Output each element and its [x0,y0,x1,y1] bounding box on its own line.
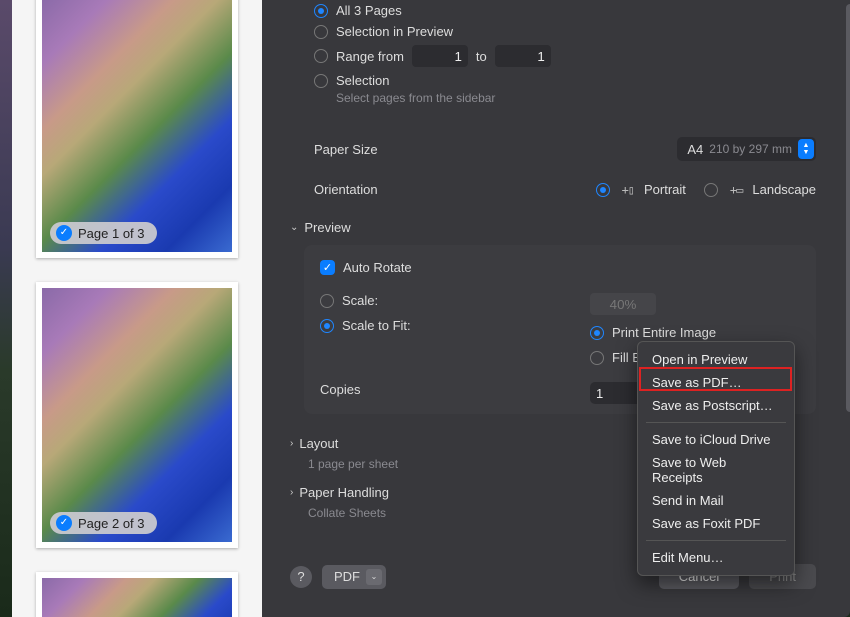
thumbnail-badge: ✓ Page 2 of 3 [50,512,157,534]
menu-separator [646,422,786,423]
thumbnail-page-2[interactable]: ✓ Page 2 of 3 [36,282,238,548]
thumbnail-page-3[interactable] [36,572,238,617]
menu-save-to-icloud[interactable]: Save to iCloud Drive [638,428,794,451]
range-to-label: to [476,49,487,64]
checkmark-icon: ✓ [56,225,72,241]
thumbnail-image [42,0,232,252]
radio-scale[interactable] [320,294,334,308]
radio-all-pages[interactable] [314,4,328,18]
thumbnail-label: Page 1 of 3 [78,226,145,241]
dialog-content: All 3 Pages Selection in Preview Range f… [262,0,850,617]
paper-size-value: A4 [687,142,703,157]
thumbnail-badge: ✓ Page 1 of 3 [50,222,157,244]
print-dialog: ✓ Page 1 of 3 ✓ Page 2 of 3 All 3 Pages [12,0,850,617]
chevron-right-icon: › [290,487,293,498]
orientation-label: Orientation [314,182,378,197]
thumbnail-image [42,578,232,617]
help-button[interactable]: ? [290,566,312,588]
thumbnail-page-1[interactable]: ✓ Page 1 of 3 [36,0,238,258]
print-entire-image-label: Print Entire Image [612,325,716,340]
scale-label: Scale: [342,293,378,308]
landscape-icon: +▭ [730,183,742,197]
chevron-down-icon: ⌄ [290,222,298,233]
chevron-right-icon: › [290,438,293,449]
scale-input [590,293,656,315]
auto-rotate-checkbox[interactable]: ✓ [320,260,335,275]
all-pages-label: All 3 Pages [336,3,402,18]
menu-separator [646,540,786,541]
paper-size-select[interactable]: A4 210 by 297 mm ▲▼ [677,137,816,161]
radio-portrait[interactable] [596,183,610,197]
checkmark-icon: ✓ [56,515,72,531]
landscape-label: Landscape [752,182,816,197]
dropdown-stepper-icon: ▲▼ [798,139,814,159]
menu-save-as-foxit-pdf[interactable]: Save as Foxit PDF [638,512,794,535]
range-from-label: Range from [336,49,404,64]
scale-to-fit-label: Scale to Fit: [342,318,411,333]
radio-selection-in-preview[interactable] [314,25,328,39]
paper-size-dim: 210 by 297 mm [709,142,792,156]
paper-size-label: Paper Size [314,142,378,157]
portrait-label: Portrait [644,182,686,197]
pdf-button-label: PDF [334,569,360,584]
preview-section-toggle[interactable]: ⌄ Preview [290,206,816,239]
thumbnail-label: Page 2 of 3 [78,516,145,531]
paper-handling-section-title: Paper Handling [299,485,389,500]
portrait-icon: +▯ [622,183,634,197]
copies-value: 1 [596,386,603,401]
menu-send-in-mail[interactable]: Send in Mail [638,489,794,512]
radio-scale-to-fit[interactable] [320,319,334,333]
menu-open-in-preview[interactable]: Open in Preview [638,348,794,371]
radio-selection[interactable] [314,74,328,88]
selection-label: Selection [336,73,389,88]
pdf-dropdown-menu: Open in Preview Save as PDF… Save as Pos… [637,341,795,576]
thumbnail-image [42,288,232,542]
menu-edit-menu[interactable]: Edit Menu… [638,546,794,569]
radio-landscape[interactable] [704,183,718,197]
selection-in-preview-label: Selection in Preview [336,24,453,39]
radio-range[interactable] [314,49,328,63]
radio-print-entire-image[interactable] [590,326,604,340]
scrollbar[interactable] [846,4,850,412]
page-thumbnail-sidebar: ✓ Page 1 of 3 ✓ Page 2 of 3 [12,0,262,617]
layout-section-title: Layout [299,436,338,451]
pdf-dropdown-button[interactable]: PDF ⌄ [322,565,386,589]
preview-section-title: Preview [304,220,350,235]
chevron-down-icon: ⌄ [366,569,382,585]
auto-rotate-label: Auto Rotate [343,260,412,275]
range-from-input[interactable] [412,45,468,67]
selection-hint: Select pages from the sidebar [336,91,816,105]
radio-fill-entire-paper[interactable] [590,351,604,365]
range-to-input[interactable] [495,45,551,67]
copies-label: Copies [320,382,360,397]
menu-save-as-pdf[interactable]: Save as PDF… [638,371,794,394]
menu-save-as-postscript[interactable]: Save as Postscript… [638,394,794,417]
menu-save-to-web-receipts[interactable]: Save to Web Receipts [638,451,794,489]
